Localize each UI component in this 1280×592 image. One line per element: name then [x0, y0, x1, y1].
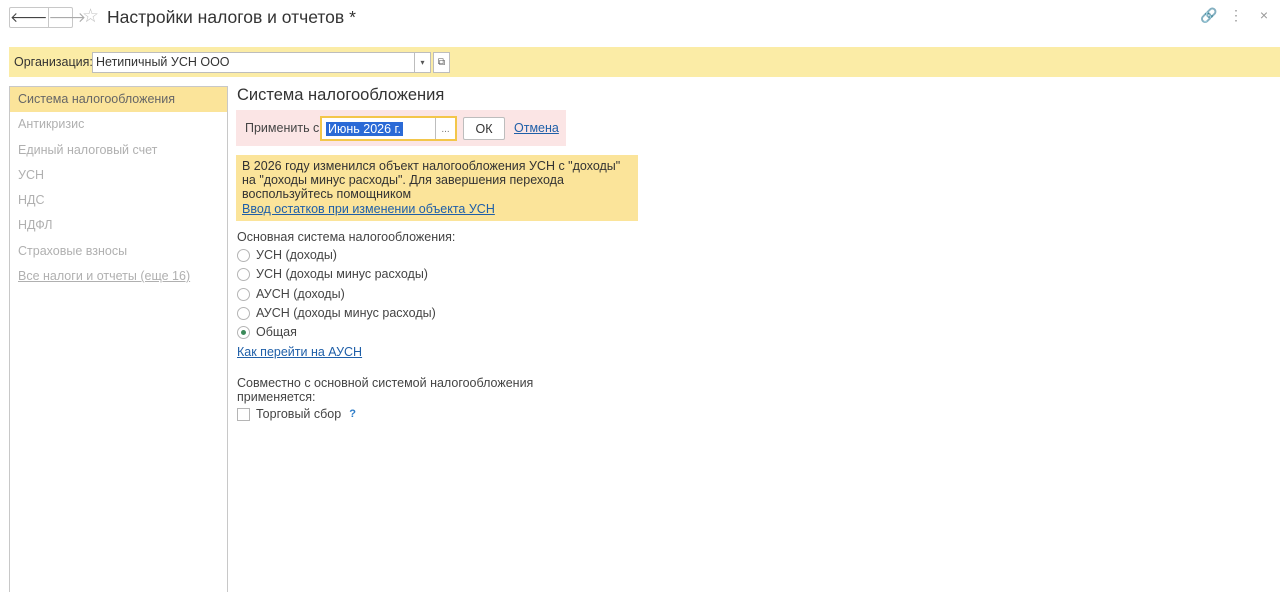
radio-general[interactable]: Общая: [237, 325, 297, 339]
apply-date-value[interactable]: Июнь 2026 г.: [326, 122, 404, 136]
window-title: Настройки налогов и отчетов *: [107, 7, 356, 27]
ausn-help-link[interactable]: Как перейти на АУСН: [237, 345, 362, 359]
radio-label: АУСН (доходы минус расходы): [256, 306, 436, 320]
back-icon[interactable]: 🡐: [10, 8, 48, 27]
trade-fee-checkbox[interactable]: [237, 407, 250, 421]
sidebar-item-all-taxes[interactable]: Все налоги и отчеты (еще 16): [10, 264, 227, 289]
apply-from-panel: Применить с: Июнь 2026 г. ... ОК Отмена: [236, 110, 566, 146]
settings-sidebar: Система налогообложения Антикризис Едины…: [9, 86, 228, 592]
organization-bar: Организация: Нетипичный УСН ООО ▾ ⧉: [9, 47, 1280, 77]
tax-system-label: Основная система налогообложения:: [237, 230, 456, 244]
transition-notice: В 2026 году изменился объект налогооблож…: [236, 155, 638, 221]
sidebar-item-usn[interactable]: УСН: [10, 163, 227, 188]
cancel-link[interactable]: Отмена: [514, 121, 559, 135]
ok-button[interactable]: ОК: [463, 117, 505, 140]
radio-ausn-income[interactable]: АУСН (доходы): [237, 287, 345, 301]
radio-button[interactable]: [237, 248, 250, 262]
radio-label: АУСН (доходы): [256, 287, 345, 301]
section-title: Система налогообложения: [237, 86, 445, 104]
sidebar-item-vat[interactable]: НДС: [10, 188, 227, 213]
favorite-star-icon[interactable]: ☆: [82, 6, 99, 28]
apply-from-label: Применить с:: [245, 121, 323, 135]
radio-ausn-income-minus-expenses[interactable]: АУСН (доходы минус расходы): [237, 306, 436, 320]
radio-button[interactable]: [237, 306, 250, 320]
more-menu-icon[interactable]: ⋮: [1228, 7, 1244, 24]
sidebar-item-anticrisis[interactable]: Антикризис: [10, 112, 227, 137]
radio-label: УСН (доходы минус расходы): [256, 267, 428, 281]
window-actions: 🔗 ⋮ ×: [1200, 7, 1272, 24]
apply-date-input[interactable]: Июнь 2026 г. ...: [320, 116, 457, 141]
radio-label: УСН (доходы): [256, 248, 337, 262]
dropdown-arrow-icon[interactable]: ▾: [414, 52, 431, 73]
radio-usn-income[interactable]: УСН (доходы): [237, 248, 337, 262]
date-picker-button[interactable]: ...: [435, 118, 455, 139]
close-icon[interactable]: ×: [1256, 7, 1272, 24]
radio-button[interactable]: [237, 267, 250, 281]
trade-fee-label: Торговый сбор: [256, 407, 342, 421]
sidebar-item-insurance[interactable]: Страховые взносы: [10, 239, 227, 264]
radio-usn-income-minus-expenses[interactable]: УСН (доходы минус расходы): [237, 267, 428, 281]
link-icon[interactable]: 🔗: [1200, 7, 1217, 24]
notice-link[interactable]: Ввод остатков при изменении объекта УСН: [242, 202, 632, 216]
sidebar-item-tax-system[interactable]: Система налогообложения: [10, 87, 227, 113]
open-organization-icon[interactable]: ⧉: [433, 52, 450, 73]
radio-button[interactable]: [237, 287, 250, 301]
radio-label: Общая: [256, 325, 297, 339]
sidebar-item-single-tax-account[interactable]: Единый налоговый счет: [10, 138, 227, 163]
radio-button-checked[interactable]: [237, 325, 250, 339]
organization-input[interactable]: Нетипичный УСН ООО: [92, 52, 415, 73]
organization-label: Организация:: [14, 55, 93, 69]
forward-icon[interactable]: 🡒: [47, 8, 86, 27]
navigation-buttons: 🡐 🡒: [9, 7, 86, 28]
notice-text: В 2026 году изменился объект налогооблож…: [242, 159, 621, 202]
help-icon[interactable]: ?: [349, 408, 356, 420]
sidebar-item-ndfl[interactable]: НДФЛ: [10, 213, 227, 238]
trade-fee-row[interactable]: Торговый сбор ?: [237, 407, 356, 421]
combined-label: Совместно с основной системой налогообло…: [237, 376, 534, 404]
